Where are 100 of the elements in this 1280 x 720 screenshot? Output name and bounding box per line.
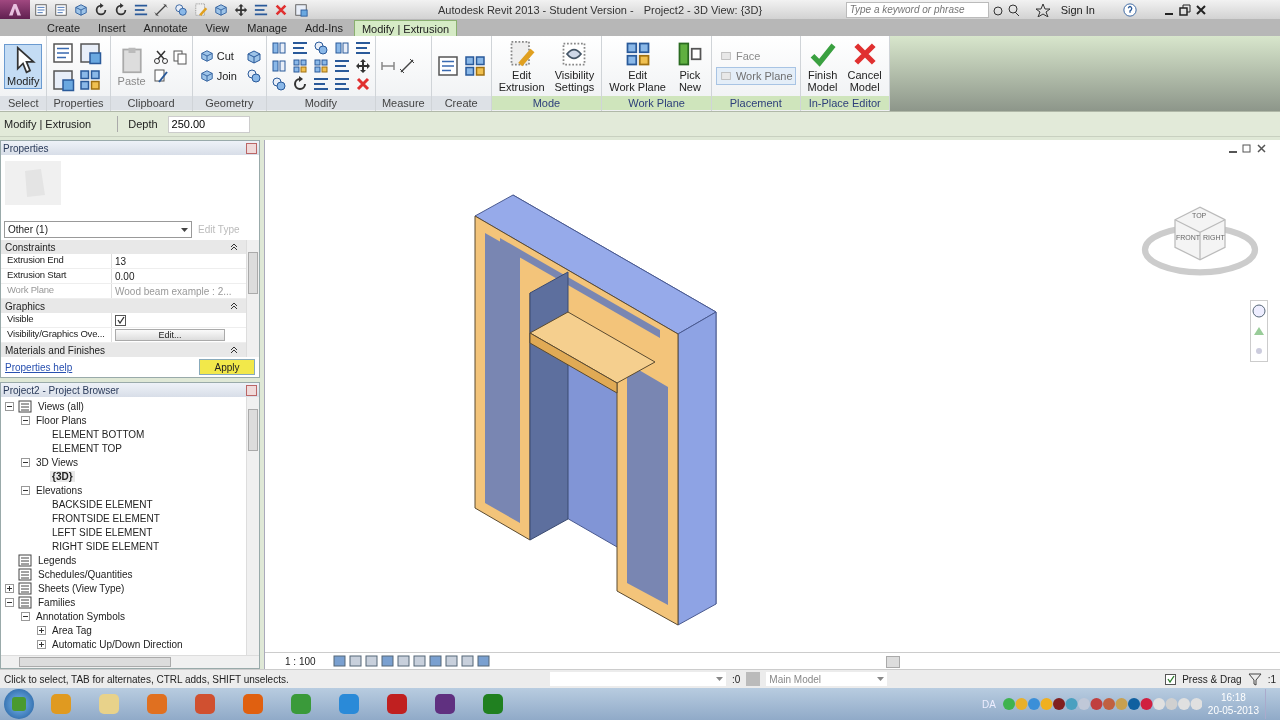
start-button[interactable] bbox=[4, 689, 34, 719]
face-icon bbox=[718, 49, 733, 63]
navigation-bar[interactable] bbox=[1250, 300, 1268, 362]
tree-item[interactable]: ELEMENT TOP bbox=[50, 442, 125, 454]
type-selector[interactable]: Other (1) bbox=[4, 221, 192, 238]
ribbon-button[interactable]: Edit Extrusion bbox=[495, 37, 548, 95]
editable-count[interactable]: :0 bbox=[732, 673, 741, 685]
tree-item[interactable]: Elevations bbox=[34, 484, 85, 496]
close-icon[interactable] bbox=[1194, 3, 1207, 16]
panel-label: In-Place Editor bbox=[800, 96, 889, 110]
ribbon-button[interactable]: Cut bbox=[196, 47, 237, 65]
edit-button[interactable]: Edit... bbox=[115, 329, 225, 341]
expand-toggle[interactable] bbox=[37, 625, 46, 635]
panel-label: Mode bbox=[491, 96, 602, 110]
ribbon-button[interactable]: Cancel Model bbox=[844, 37, 885, 95]
caret-icon bbox=[877, 677, 885, 681]
circles-icon bbox=[270, 76, 287, 92]
search-field[interactable]: Type a keyword or phrase bbox=[845, 1, 989, 18]
tree-item[interactable]: BACKSIDE ELEMENT bbox=[50, 498, 155, 510]
collapse-icon[interactable] bbox=[230, 302, 238, 310]
tree-item[interactable]: Annotation Symbols bbox=[34, 610, 127, 622]
property-label: Extrusion Start bbox=[6, 269, 68, 282]
press-drag-label[interactable]: Press & Drag bbox=[1182, 673, 1242, 685]
brush-icon bbox=[152, 67, 169, 84]
group-header[interactable]: Constraints bbox=[1, 240, 246, 254]
collapse-toggle[interactable] bbox=[5, 401, 14, 411]
tree-item[interactable]: RIGHT SIDE ELEMENT bbox=[50, 540, 162, 552]
help-icon[interactable] bbox=[1122, 2, 1137, 17]
circles-icon bbox=[312, 40, 329, 56]
window-icon bbox=[51, 67, 76, 92]
collapse-toggle[interactable] bbox=[21, 485, 30, 495]
filter-icon[interactable] bbox=[1247, 672, 1262, 686]
panel-title: Project2 - Project Browser bbox=[3, 384, 120, 396]
delete-icon bbox=[354, 76, 371, 92]
view-window-controls[interactable] bbox=[1228, 144, 1268, 154]
collapse-toggle[interactable] bbox=[21, 611, 30, 621]
tree-item[interactable]: Schedules/Quantities bbox=[36, 568, 135, 580]
expand-toggle[interactable] bbox=[5, 583, 14, 593]
ribbon-tab[interactable]: Add-Ins bbox=[298, 20, 350, 36]
sign-in-button[interactable]: Sign In bbox=[1056, 3, 1119, 16]
depth-field[interactable]: 250.00 bbox=[167, 115, 250, 133]
panel-label: Clipboard bbox=[110, 96, 192, 110]
collapse-toggle[interactable] bbox=[5, 597, 14, 607]
move-icon bbox=[234, 2, 248, 17]
tree-item[interactable]: Sheets (View Type) bbox=[36, 582, 127, 594]
bars-icon bbox=[291, 40, 308, 56]
scissors-icon bbox=[152, 48, 169, 65]
face-icon bbox=[718, 69, 733, 83]
selection-count[interactable]: :1 bbox=[1267, 673, 1276, 685]
ribbon-tab[interactable]: View bbox=[198, 20, 237, 36]
application-menu-button[interactable] bbox=[0, 0, 30, 19]
tree-item[interactable]: 3D Views bbox=[34, 456, 81, 468]
collapse-icon[interactable] bbox=[230, 346, 238, 354]
group-header[interactable]: Graphics bbox=[1, 299, 246, 313]
restore-icon[interactable] bbox=[1178, 3, 1191, 16]
ribbon-button[interactable]: Pick New bbox=[672, 37, 707, 95]
expand-toggle[interactable] bbox=[37, 639, 46, 649]
ribbon-tab[interactable]: Annotate bbox=[136, 20, 195, 36]
bars-icon bbox=[312, 76, 329, 92]
rotate-icon bbox=[114, 2, 128, 17]
properties-help-link[interactable]: Properties help bbox=[5, 361, 73, 373]
checkbox[interactable] bbox=[115, 314, 126, 326]
tree-item[interactable]: FRONTSIDE ELEMENT bbox=[50, 512, 162, 524]
delete-icon bbox=[274, 2, 288, 17]
group-header[interactable]: Materials and Finishes bbox=[1, 343, 246, 357]
depth-label: Depth bbox=[128, 118, 158, 130]
ribbon-tab[interactable]: Manage bbox=[240, 20, 294, 36]
ribbon-tab[interactable]: Create bbox=[40, 20, 88, 36]
tree-item[interactable]: Area Tag bbox=[50, 624, 94, 636]
tree-item[interactable]: Floor Plans bbox=[34, 414, 89, 426]
ribbon-button[interactable]: Edit Work Plane bbox=[606, 37, 669, 95]
align-icon bbox=[270, 40, 287, 56]
document-title: Project2 - 3D View: {3D} bbox=[643, 3, 764, 16]
ribbon-tab[interactable]: Modify | Extrusion bbox=[353, 20, 458, 36]
circles-icon bbox=[174, 2, 188, 17]
tree-item[interactable]: ELEMENT BOTTOM bbox=[50, 428, 147, 440]
ribbon-button[interactable]: Visibility Settings bbox=[551, 37, 598, 95]
tray-icons[interactable] bbox=[1001, 696, 1202, 712]
ribbon-button[interactable]: Modify bbox=[4, 43, 43, 89]
collapse-icon[interactable] bbox=[230, 243, 238, 251]
tree-item[interactable]: Families bbox=[36, 596, 78, 608]
checkbox[interactable] bbox=[1165, 673, 1177, 685]
apply-button[interactable]: Apply bbox=[199, 359, 255, 375]
scale-label[interactable]: 1 : 100 bbox=[285, 655, 325, 667]
bars-icon bbox=[333, 76, 350, 92]
tree-item[interactable]: Legends bbox=[36, 554, 79, 566]
tree-item[interactable]: LEFT SIDE ELEMENT bbox=[50, 526, 155, 538]
ribbon-button[interactable]: Join bbox=[196, 67, 240, 85]
ribbon-button[interactable]: Finish Model bbox=[804, 37, 841, 95]
model-dropdown[interactable]: Main Model bbox=[766, 672, 888, 686]
tree-item[interactable]: Automatic Up/Down Direction bbox=[50, 638, 185, 650]
tree-item[interactable]: {3D} bbox=[50, 470, 75, 482]
grid-icon bbox=[78, 67, 103, 92]
ribbon-tab[interactable]: Insert bbox=[91, 20, 133, 36]
collapse-toggle[interactable] bbox=[21, 415, 30, 425]
collapse-toggle[interactable] bbox=[21, 457, 30, 467]
tree-item[interactable]: Views (all) bbox=[36, 400, 86, 412]
move-icon bbox=[354, 58, 371, 74]
panel-label: Work Plane bbox=[602, 96, 711, 110]
toolbar-icons[interactable] bbox=[992, 2, 1053, 17]
